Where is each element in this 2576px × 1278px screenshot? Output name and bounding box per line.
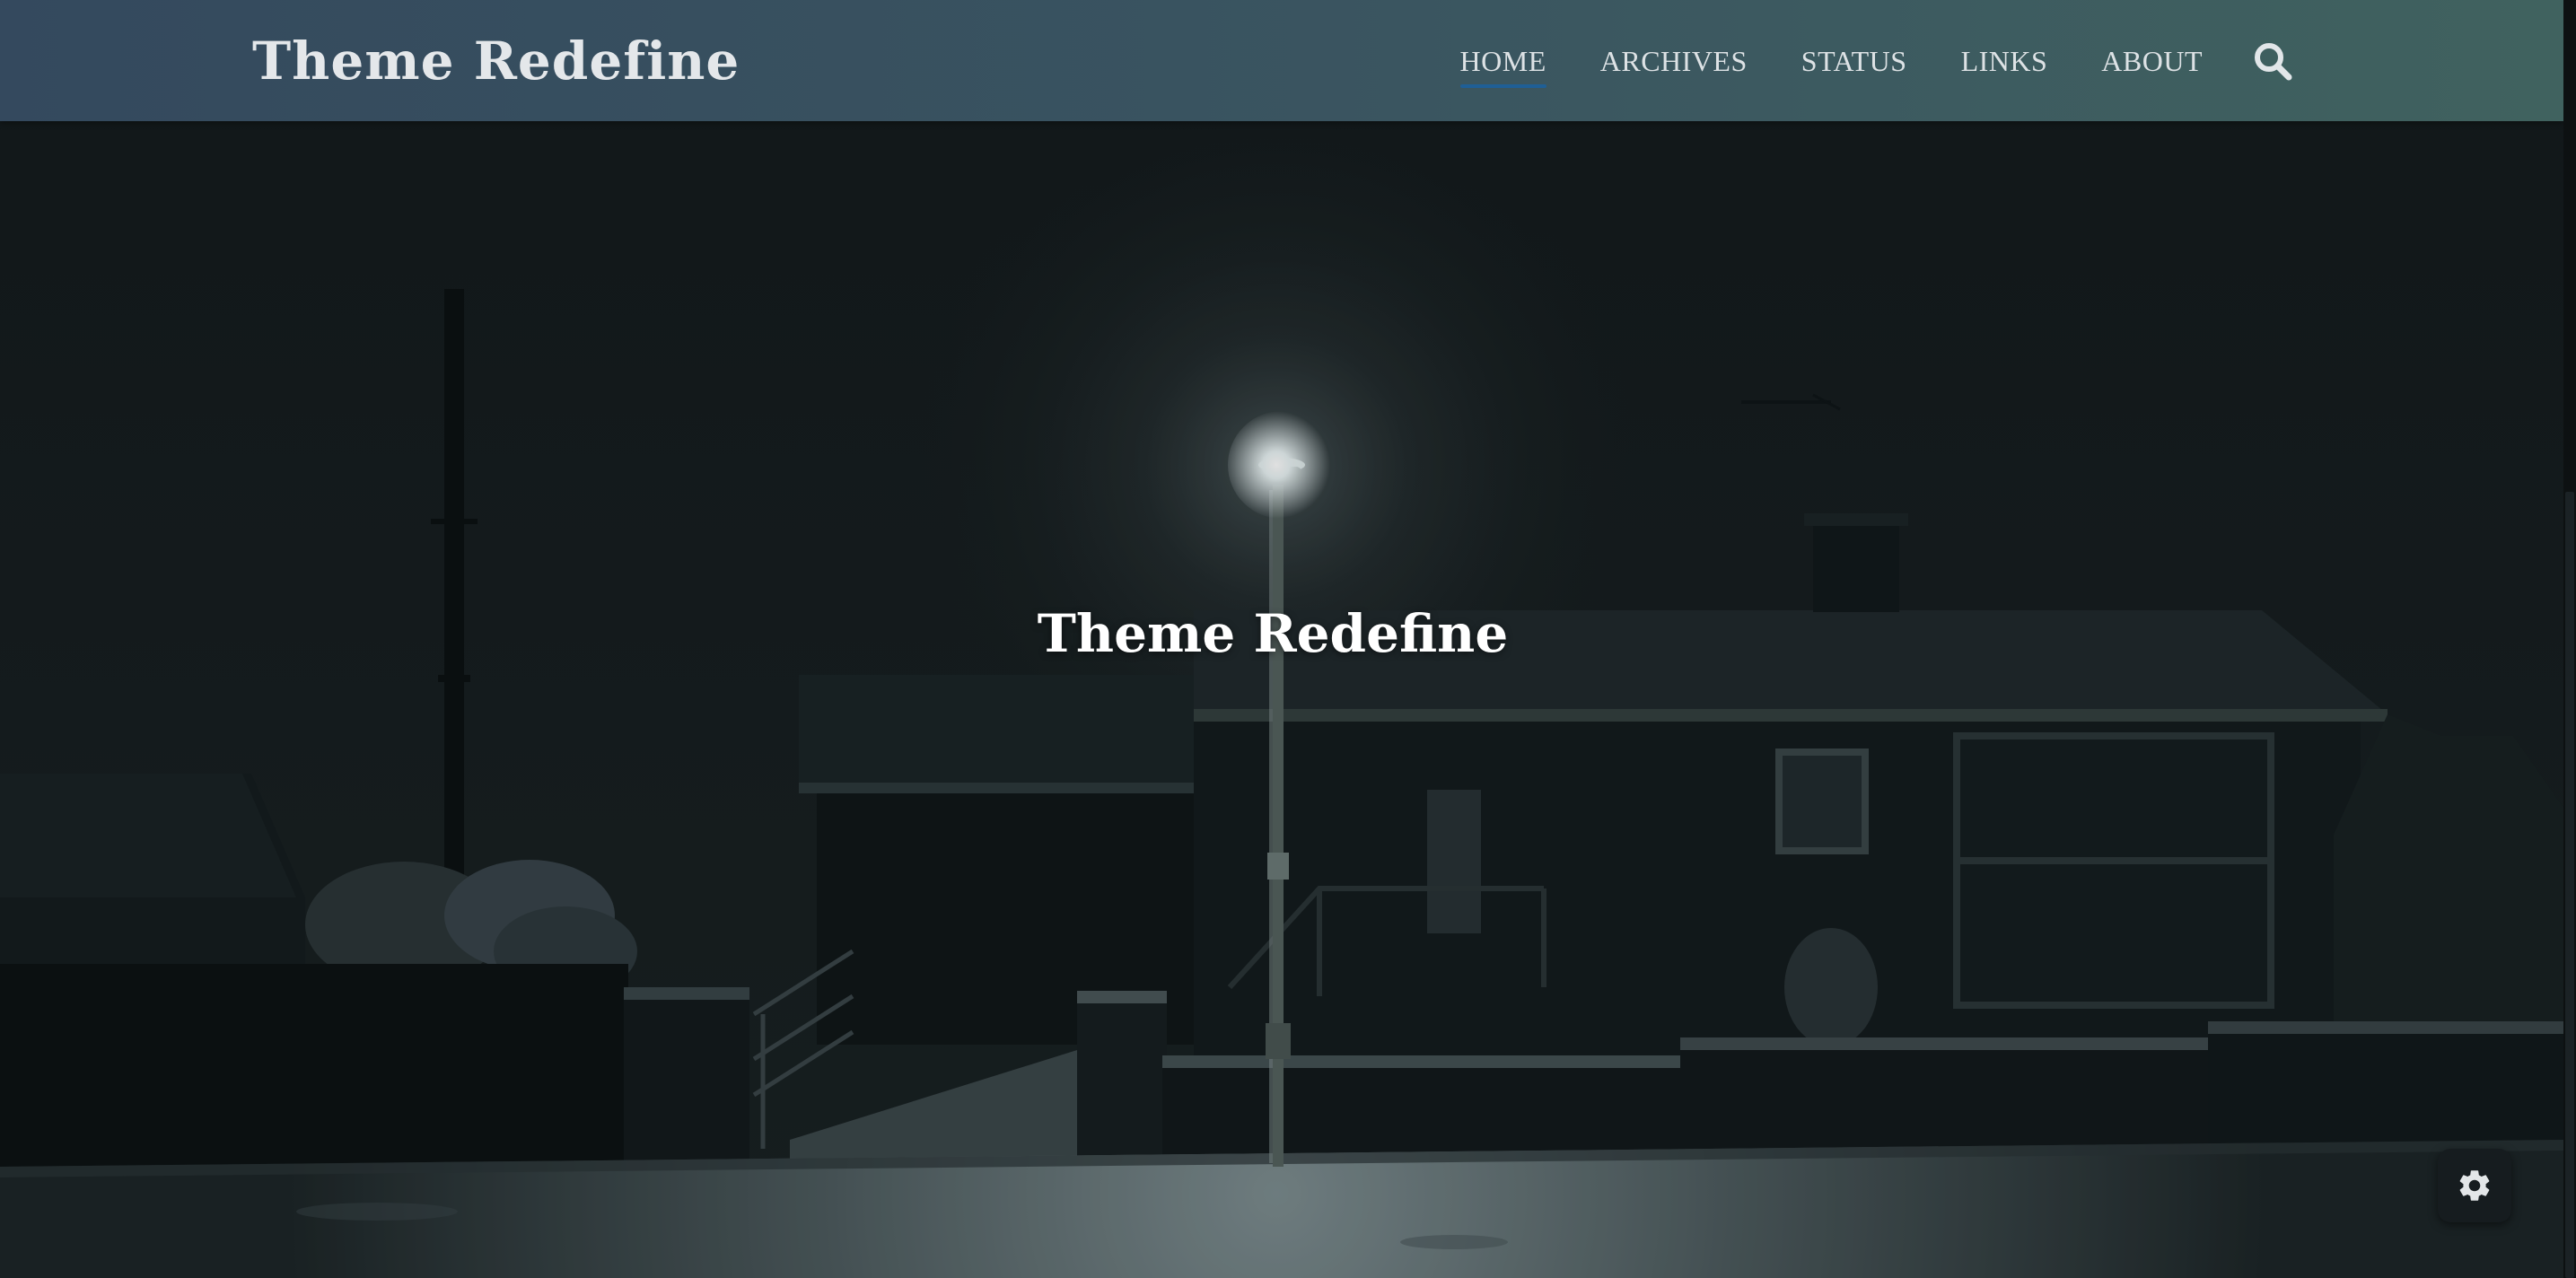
search-button[interactable] <box>2251 39 2294 83</box>
nav-item-home[interactable]: HOME <box>1459 43 1546 88</box>
gear-icon <box>2459 1170 2490 1201</box>
main-nav: HOME ARCHIVES STATUS LINKS ABOUT <box>1406 0 2294 121</box>
scrollbar[interactable] <box>2563 0 2576 1278</box>
page: Theme Redefine HOME ARCHIVES STATUS LINK… <box>0 0 2576 1278</box>
nav-item-about[interactable]: ABOUT <box>2101 43 2203 79</box>
hero-title: Theme Redefine <box>1037 603 1509 664</box>
settings-button[interactable] <box>2438 1149 2511 1222</box>
scrollbar-thumb[interactable] <box>2565 492 2574 1278</box>
nav-item-status[interactable]: STATUS <box>1801 43 1907 79</box>
site-header: Theme Redefine HOME ARCHIVES STATUS LINK… <box>0 0 2563 121</box>
nav-item-links[interactable]: LINKS <box>1961 43 2048 79</box>
site-logo[interactable]: Theme Redefine <box>252 27 740 95</box>
nav-item-archives[interactable]: ARCHIVES <box>1600 43 1748 79</box>
search-icon <box>2255 42 2292 80</box>
